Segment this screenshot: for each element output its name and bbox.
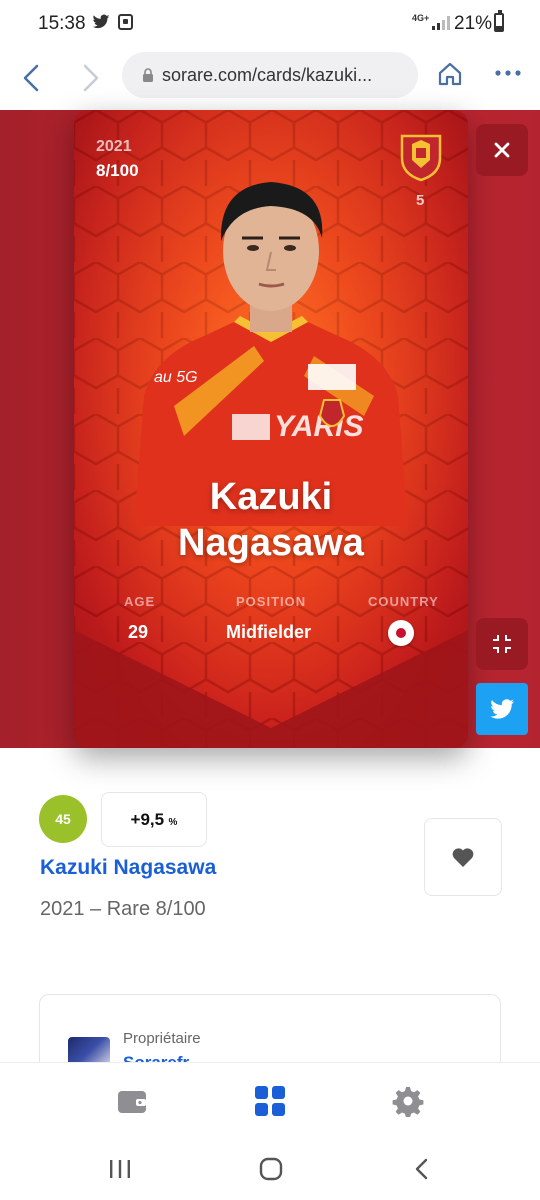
bottom-nav: [0, 1062, 540, 1138]
japan-flag-icon: [388, 620, 414, 646]
card-serial: 8/100: [96, 161, 139, 180]
system-back-icon[interactable]: [412, 1158, 432, 1180]
favorite-button[interactable]: [424, 818, 502, 896]
more-menu-icon[interactable]: [494, 68, 522, 78]
status-bar: 15:38 4G+ 21%: [0, 0, 540, 48]
heart-icon: [452, 848, 474, 867]
player-card[interactable]: YARiS au 5G 2021 8/100 5 Kazuki Nagasawa…: [74, 110, 468, 748]
card-year: 2021: [96, 138, 132, 155]
twitter-share-button[interactable]: [476, 683, 528, 735]
bonus-unit: %: [168, 817, 178, 828]
system-home-icon[interactable]: [258, 1156, 284, 1182]
minimize-icon: [493, 635, 511, 653]
position-label: POSITION: [236, 594, 307, 609]
grid-icon[interactable]: [254, 1085, 286, 1117]
club-crest-icon: [400, 134, 442, 182]
back-arrow-icon[interactable]: [12, 58, 52, 98]
address-bar[interactable]: sorare.com/cards/kazuki...: [122, 52, 418, 98]
twitter-notification-icon: [92, 14, 110, 29]
network-type: 4G+: [412, 13, 430, 23]
battery-percent: 21%: [454, 13, 493, 34]
home-icon[interactable]: [436, 60, 464, 88]
close-icon: [494, 142, 510, 158]
gear-icon[interactable]: [392, 1085, 424, 1117]
close-button[interactable]: [476, 124, 528, 176]
lock-icon: [143, 68, 153, 82]
card-player-last-name: Nagasawa: [178, 522, 364, 564]
browser-toolbar: sorare.com/cards/kazuki...: [0, 48, 540, 110]
notification-icons: [92, 14, 133, 30]
twitter-icon: [490, 699, 514, 719]
screen: 15:38 4G+ 21% sorare.com/cards/kazuki...…: [0, 0, 540, 1200]
bonus-value: +9,5: [130, 810, 165, 829]
age-label: AGE: [124, 594, 156, 609]
owner-label: Propriétaire: [123, 1030, 201, 1047]
system-navigation-bar: [0, 1138, 540, 1200]
forward-arrow-icon[interactable]: [70, 58, 110, 98]
card-player-first-name: Kazuki: [209, 476, 333, 518]
url-text: sorare.com/cards/kazuki...: [162, 65, 373, 85]
card-bottom-shape: [74, 630, 468, 748]
status-time: 15:38: [38, 13, 86, 34]
app-notification-icon: [118, 14, 133, 30]
bonus-box: +9,5 %: [101, 792, 207, 847]
card-subtitle: 2021 – Rare 8/100: [40, 898, 206, 920]
battery-icon: [494, 10, 504, 32]
score-badge: 45: [39, 795, 87, 843]
card-rank: 5: [416, 192, 425, 209]
recent-apps-icon[interactable]: [108, 1158, 132, 1180]
minimize-button[interactable]: [476, 618, 528, 670]
player-name-link[interactable]: Kazuki Nagasawa: [40, 856, 216, 880]
age-value: 29: [128, 622, 149, 642]
position-value: Midfielder: [226, 622, 312, 642]
signal-icon: [432, 16, 450, 30]
country-label: COUNTRY: [368, 594, 439, 609]
wallet-icon[interactable]: [116, 1087, 148, 1115]
